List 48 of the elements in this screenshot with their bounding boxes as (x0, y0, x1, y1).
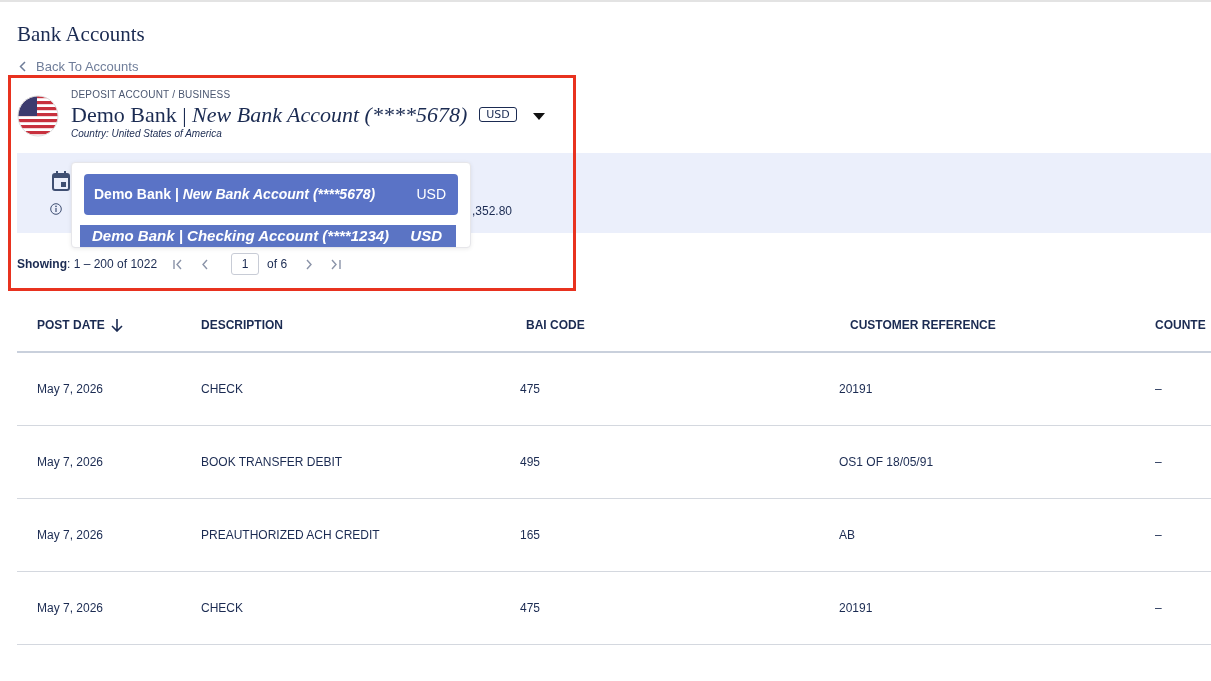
table-cell: OS1 OF 18/05/91 (830, 426, 1155, 500)
caret-icon (532, 112, 545, 120)
table-cell: 165 (506, 499, 830, 573)
table-cell: PREAUTHORIZED ACH CREDIT (181, 499, 506, 573)
account-name: Demo Bank | New Bank Account (****5678) (71, 101, 468, 129)
column-header[interactable]: DESCRIPTION (181, 299, 506, 354)
back-chevron-icon (19, 61, 26, 73)
info-icon (50, 203, 62, 216)
currency-badge: USD (479, 107, 517, 123)
dropdown-item[interactable]: Demo Bank | New Bank Account (****5678) USD (84, 174, 458, 215)
page-count: of 6 (267, 256, 288, 274)
table-cell: 475 (506, 572, 830, 646)
table-cell: – (1155, 499, 1211, 573)
table-cell: 20191 (830, 572, 1155, 646)
dropdown-item[interactable]: Demo Bank | Checking Account (****1234) USD (80, 225, 456, 247)
table-cell: 475 (506, 353, 830, 427)
column-header[interactable]: BAI CODE (506, 299, 830, 354)
next-page-icon (303, 258, 315, 270)
table-cell: AB (830, 499, 1155, 573)
calendar-icon (52, 171, 70, 192)
back-link-text: Back To Accounts (36, 58, 139, 77)
table-cell: – (1155, 426, 1211, 500)
table-cell: May 7, 2026 (17, 353, 181, 427)
page-title: Bank Accounts (17, 22, 146, 48)
table-cell: CHECK (181, 572, 506, 646)
column-header[interactable]: COUNTE (1155, 299, 1211, 354)
next-page-button[interactable] (303, 258, 315, 270)
last-page-button[interactable] (330, 258, 342, 270)
table-cell: 495 (506, 426, 830, 500)
table-cell: May 7, 2026 (17, 499, 181, 573)
flag-icon (17, 94, 59, 137)
table-cell: May 7, 2026 (17, 572, 181, 646)
page-input[interactable]: 1 (231, 253, 260, 276)
last-page-icon (330, 258, 342, 270)
table-cell: BOOK TRANSFER DEBIT (181, 426, 506, 500)
table-cell: – (1155, 353, 1211, 427)
sort-down-arrow-icon (110, 318, 123, 332)
table-cell: 20191 (830, 353, 1155, 427)
back-link[interactable]: Back To Accounts (19, 57, 1211, 77)
country-label: Country: United States of America (71, 128, 223, 141)
showing-text: Showing: 1 – 200 of 1022 (17, 256, 158, 274)
balance-text: ,352.80 (472, 203, 513, 221)
account-type: DEPOSIT ACCOUNT / BUSINESS (71, 87, 232, 102)
table-cell: CHECK (181, 353, 506, 427)
table-cell: May 7, 2026 (17, 426, 181, 500)
column-header[interactable]: CUSTOMER REFERENCE (830, 299, 1155, 354)
column-header[interactable]: POST DATE (17, 299, 181, 354)
table-cell: – (1155, 572, 1211, 646)
